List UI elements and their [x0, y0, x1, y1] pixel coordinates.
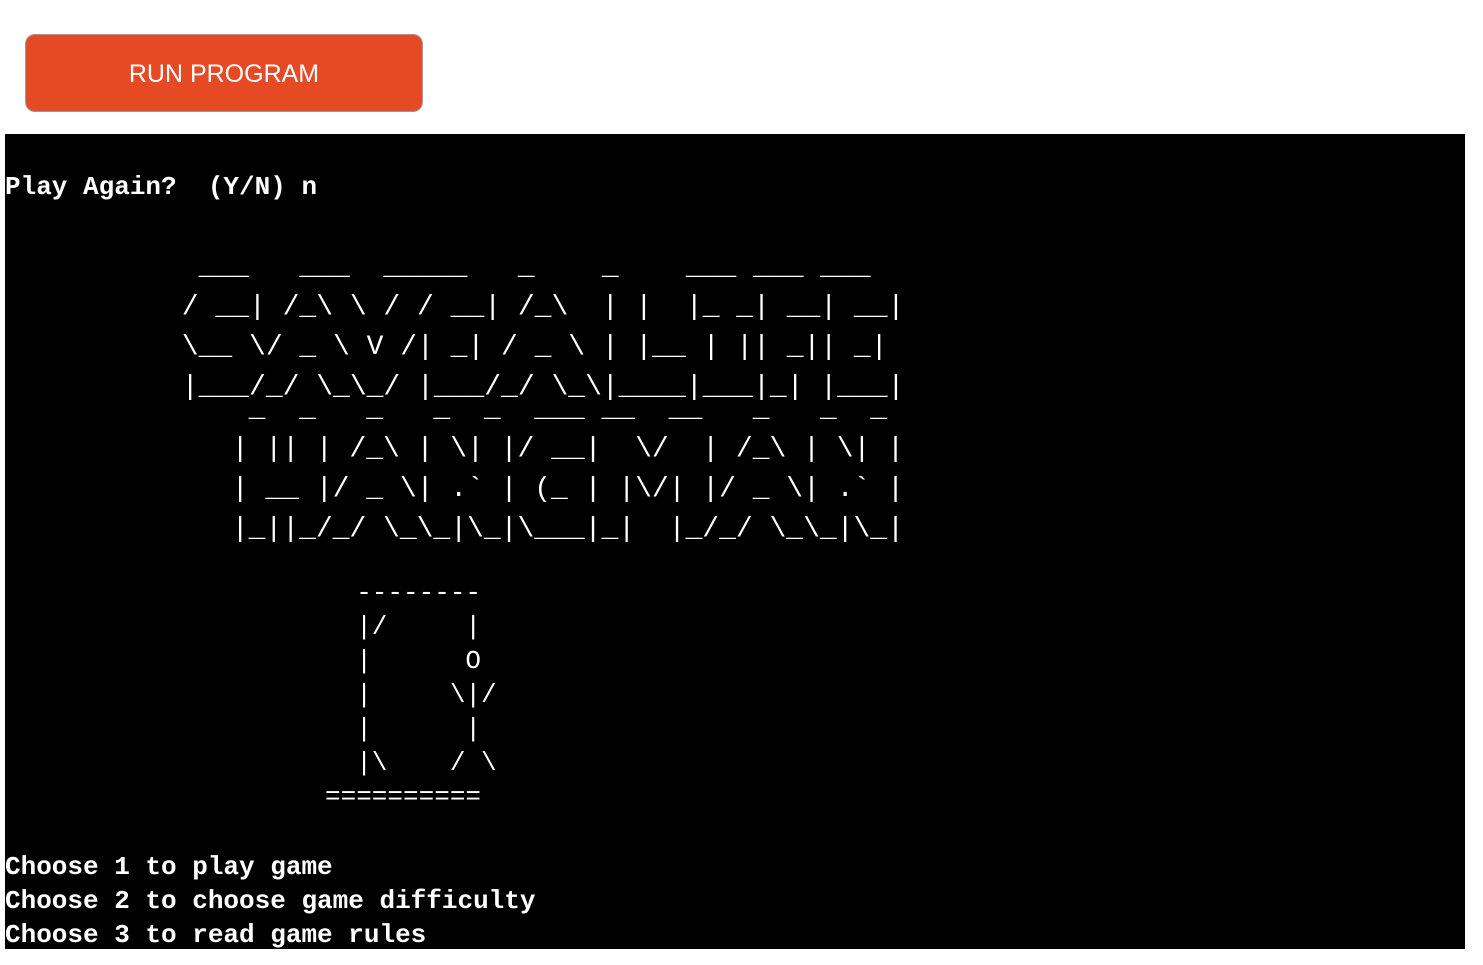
menu-option-2: Choose 2 to choose game difficulty	[5, 886, 536, 916]
play-again-prompt: Play Again? (Y/N) n	[5, 172, 318, 202]
terminal-output[interactable]: Play Again? (Y/N) n ___ ___ _____ _ _ __…	[5, 134, 1465, 949]
title-art-save-a-life: ___ ___ _____ _ _ ___ ___ ___ / __| /_\ …	[181, 252, 905, 403]
menu-option-3: Choose 3 to read game rules	[5, 920, 427, 949]
hangman-gallows-art: -------- |/ | | O | \|/ | | |\ / \ =====…	[325, 578, 497, 812]
run-program-button[interactable]: RUN PROGRAM	[25, 34, 423, 112]
menu-option-1: Choose 1 to play game	[5, 852, 333, 882]
menu-options: Choose 1 to play game Choose 2 to choose …	[5, 850, 536, 949]
title-art-hangman: _ _ _ _ _ ___ __ __ _ _ _ | || | /_\ | \…	[231, 394, 904, 545]
